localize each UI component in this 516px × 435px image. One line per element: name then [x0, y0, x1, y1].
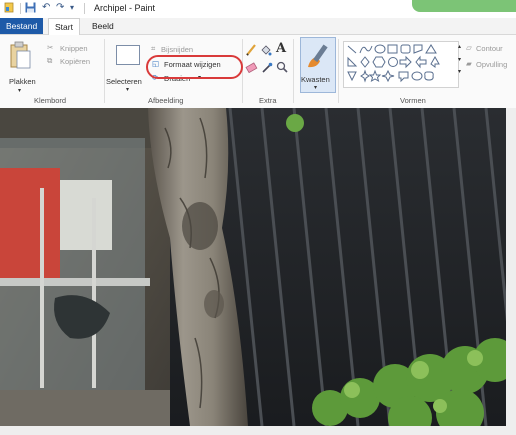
title-bar: ↶ ↷ ▾ Archipel - Paint: [0, 0, 516, 18]
shapes-scroll-up-icon[interactable]: ▴: [458, 43, 461, 50]
eraser-icon[interactable]: [245, 61, 258, 79]
shapes-scroll-down-icon[interactable]: ▾: [458, 56, 461, 63]
horizontal-scrollbar[interactable]: [0, 426, 506, 435]
cut-icon[interactable]: ✂: [47, 43, 53, 52]
cut-button[interactable]: Knippen: [60, 44, 88, 53]
color-picker-icon[interactable]: [261, 61, 273, 79]
tab-start[interactable]: Start: [48, 18, 80, 35]
tab-beeld[interactable]: Beeld: [86, 18, 120, 34]
image-group-label: Afbeelding: [148, 96, 184, 105]
magnifier-icon[interactable]: [276, 60, 288, 78]
fill-button[interactable]: Opvulling: [476, 60, 507, 69]
title-separator: [20, 3, 21, 14]
crop-button[interactable]: Bijsnijden: [161, 45, 193, 54]
paint-app-icon[interactable]: [4, 2, 14, 16]
paste-dropdown-icon[interactable]: ▾: [18, 87, 21, 94]
canvas-image[interactable]: [0, 107, 516, 435]
shapes-gallery[interactable]: [343, 41, 459, 88]
outline-icon[interactable]: ▱: [466, 43, 472, 52]
select-icon[interactable]: [116, 45, 140, 65]
group-separator: [338, 39, 339, 103]
tools-group-label: Extra: [259, 96, 277, 105]
outline-button[interactable]: Contour: [476, 44, 503, 53]
paste-button[interactable]: [9, 41, 31, 76]
paste-label[interactable]: Plakken: [9, 77, 36, 86]
window-title: Archipel - Paint: [94, 3, 156, 13]
brushes-button[interactable]: [300, 37, 336, 93]
group-separator: [293, 39, 294, 103]
clipboard-group-label: Klembord: [34, 96, 67, 105]
brushes-label[interactable]: Kwasten: [301, 75, 330, 84]
fill-icon[interactable]: ▰: [466, 59, 472, 68]
copy-icon[interactable]: ⧉: [47, 56, 52, 66]
brushes-dropdown-icon[interactable]: ▾: [314, 84, 317, 91]
shapes-group-label: Vormen: [400, 96, 426, 105]
vertical-scrollbar[interactable]: [506, 108, 516, 435]
select-button[interactable]: Selecteren: [106, 77, 142, 86]
crop-icon[interactable]: ⌗: [151, 44, 155, 54]
copy-button[interactable]: Kopiëren: [60, 57, 90, 66]
select-dropdown-icon[interactable]: ▾: [126, 86, 129, 93]
pencil-icon[interactable]: [245, 43, 257, 62]
group-separator: [104, 39, 105, 103]
text-icon[interactable]: A: [276, 41, 286, 56]
accent-banner: [412, 0, 516, 12]
ribbon: Plakken ▾ ✂ Knippen ⧉ Kopiëren Klembord …: [0, 35, 516, 109]
resize-highlight-annotation: [146, 55, 243, 79]
save-icon[interactable]: [25, 2, 36, 16]
canvas-area[interactable]: [0, 107, 516, 435]
shapes-expand-icon[interactable]: ▾: [458, 68, 461, 75]
fill-bucket-icon[interactable]: [260, 43, 272, 62]
undo-icon[interactable]: ↶: [42, 2, 50, 13]
redo-icon[interactable]: ↷: [56, 2, 64, 13]
tab-bestand[interactable]: Bestand: [0, 18, 44, 34]
title-separator-2: [84, 3, 85, 14]
ribbon-tabs: Bestand Start Beeld: [0, 18, 516, 35]
quick-access-menu-icon[interactable]: ▾: [70, 3, 74, 12]
